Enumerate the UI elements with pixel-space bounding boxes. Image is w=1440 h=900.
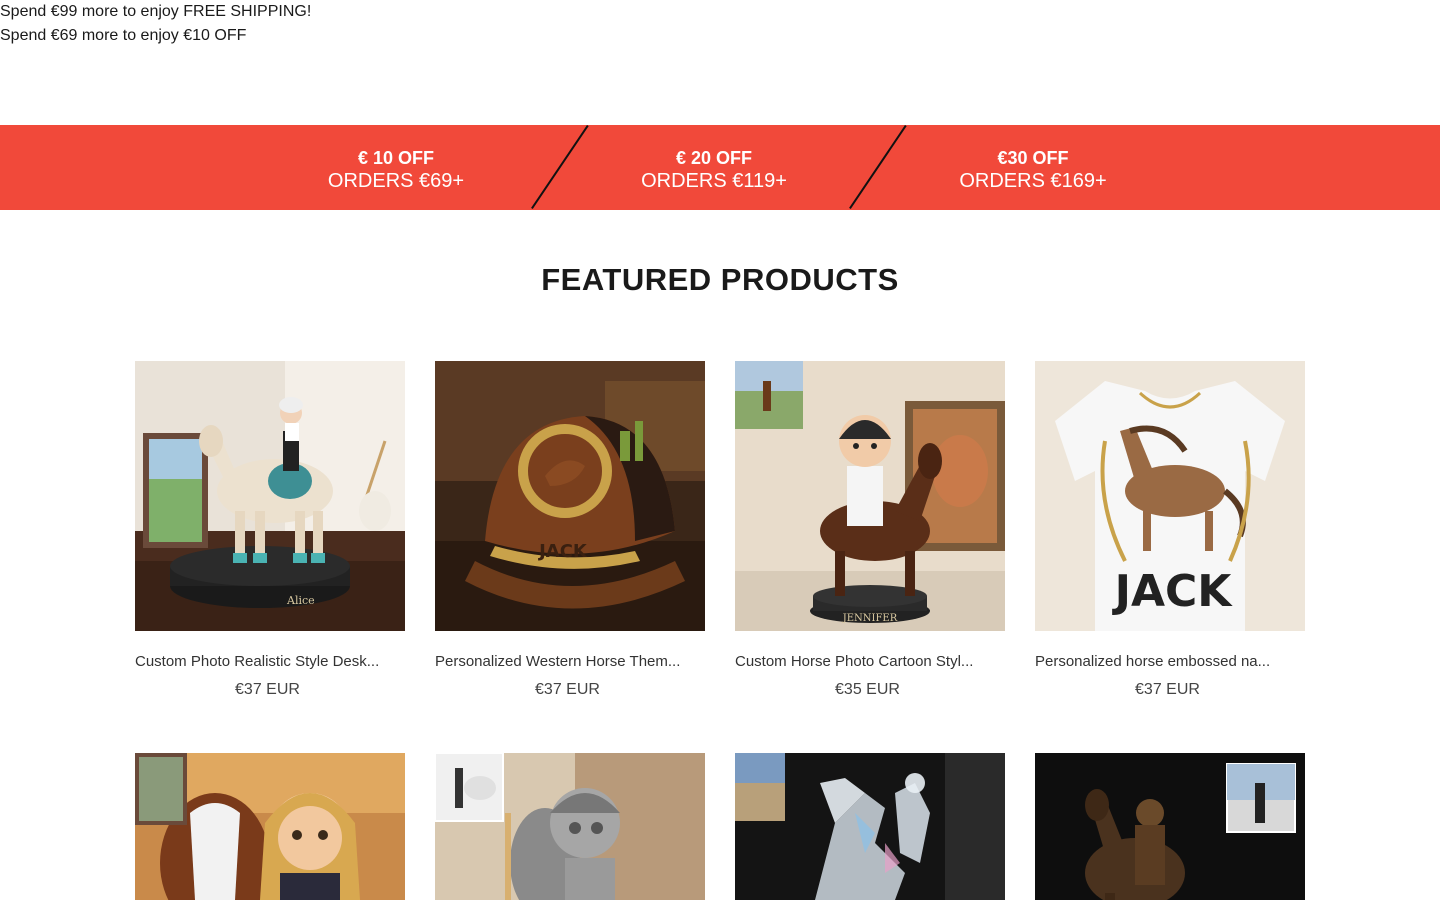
- product-card[interactable]: [135, 753, 405, 900]
- cartoon-girl-horse-image: [135, 753, 405, 900]
- crystal-horse-image: [735, 753, 1005, 900]
- product-title[interactable]: Custom Photo Realistic Style Desk...: [135, 652, 405, 672]
- product-image[interactable]: [435, 753, 705, 900]
- free-shipping-message: Spend €99 more to enjoy FREE SHIPPING!: [0, 3, 312, 20]
- product-image[interactable]: [1035, 753, 1305, 900]
- discount-tier-subtitle: ORDERS €169+: [959, 170, 1107, 192]
- product-card[interactable]: JACK Personalized Western Horse Them... …: [435, 361, 705, 700]
- figurine-nameplate: JENNIFER: [842, 613, 898, 624]
- tshirt-name-text: JACK: [1112, 566, 1234, 617]
- discount-tier-title: € 10 OFF: [357, 148, 435, 168]
- product-card[interactable]: JENNIFER Custom Horse Photo Cartoon Styl…: [735, 361, 1005, 700]
- discount-tier-subtitle: ORDERS €69+: [327, 170, 465, 192]
- cap-name-text: JACK: [537, 541, 588, 562]
- product-price: €37 EUR: [235, 681, 300, 698]
- product-image[interactable]: [735, 753, 1005, 900]
- product-price: €37 EUR: [1135, 681, 1200, 698]
- product-card[interactable]: [1035, 753, 1305, 900]
- product-title[interactable]: Personalized Western Horse Them...: [435, 652, 705, 672]
- discount-tier-3: €30 OFF ORDERS €169+: [883, 125, 1183, 210]
- product-card[interactable]: JACK Personalized horse embossed na... €…: [1035, 361, 1305, 700]
- discount-tier-1: € 10 OFF ORDERS €69+: [246, 125, 546, 210]
- product-image[interactable]: JENNIFER: [735, 361, 1005, 631]
- product-image[interactable]: Alice: [135, 361, 405, 631]
- discount-tier-title: € 20 OFF: [675, 148, 753, 168]
- figurine-nameplate: Alice: [286, 594, 315, 607]
- discount-tiers-banner: € 10 OFF ORDERS €69+ € 20 OFF ORDERS €11…: [0, 125, 1440, 210]
- product-title[interactable]: Personalized horse embossed na...: [1035, 652, 1305, 672]
- discount-tier-subtitle: ORDERS €119+: [641, 170, 787, 192]
- discount-progress-message: Spend €69 more to enjoy €10 OFF: [0, 27, 247, 44]
- discount-tier-title: €30 OFF: [997, 148, 1069, 168]
- western-cap-image: JACK: [435, 361, 705, 631]
- horse-figurine-image: Alice: [135, 361, 405, 631]
- silver-figurine-image: [435, 753, 705, 900]
- product-image[interactable]: JACK: [435, 361, 705, 631]
- product-image[interactable]: JACK: [1035, 361, 1305, 631]
- cartoon-horse-image: JENNIFER: [735, 361, 1005, 631]
- bronze-statue-image: [1035, 753, 1305, 900]
- product-card[interactable]: Alice Custom Photo Realistic Style Desk.…: [135, 361, 405, 700]
- product-image[interactable]: [135, 753, 405, 900]
- product-card[interactable]: [735, 753, 1005, 900]
- promo-messages: Spend €99 more to enjoy FREE SHIPPING! S…: [0, 0, 311, 48]
- featured-products-heading: FEATURED PRODUCTS: [541, 262, 899, 297]
- product-price: €37 EUR: [535, 681, 600, 698]
- horse-tshirt-image: JACK: [1035, 361, 1305, 631]
- product-price: €35 EUR: [835, 681, 900, 698]
- discount-tier-2: € 20 OFF ORDERS €119+: [564, 125, 864, 210]
- product-title[interactable]: Custom Horse Photo Cartoon Styl...: [735, 652, 1005, 672]
- product-card[interactable]: [435, 753, 705, 900]
